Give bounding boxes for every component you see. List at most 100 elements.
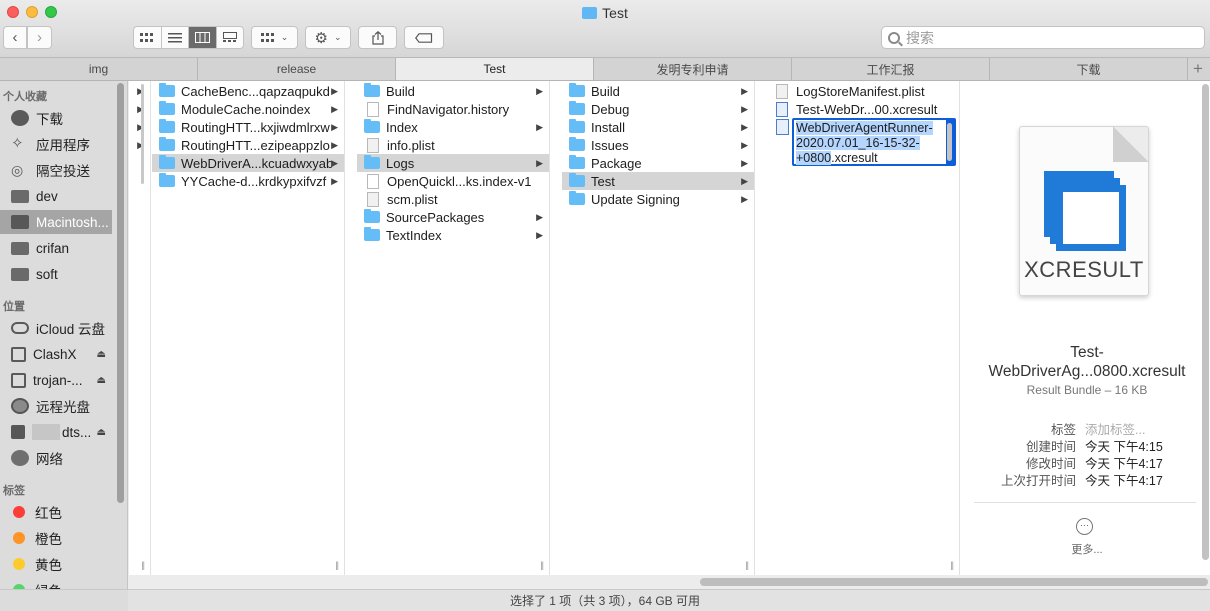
list-item[interactable]: Build ▶	[357, 82, 549, 100]
list-item[interactable]: Test-WebDr...00.xcresult	[767, 100, 959, 118]
tab-label: release	[276, 62, 317, 76]
sidebar-tag-yellow[interactable]: 黄色	[0, 552, 112, 576]
rename-field-scrollbar[interactable]	[947, 123, 952, 161]
preview-scrollbar[interactable]	[1202, 84, 1209, 560]
group-by-button[interactable]: ⌄	[251, 26, 298, 49]
window-title-text: Test	[602, 5, 628, 21]
sidebar-item-downloads[interactable]: 下载	[0, 106, 112, 130]
orange-tag-dot-icon	[13, 532, 25, 544]
list-item-selected[interactable]: Test ▶	[562, 172, 754, 190]
forward-button[interactable]: ›	[27, 26, 52, 49]
sidebar-item-clashx[interactable]: ClashX ⏏	[0, 342, 112, 366]
sidebar-tag-green[interactable]: 绿色	[0, 578, 112, 589]
tab-bar: img release Test 发明专利申请 工作汇报 下载 +	[0, 58, 1210, 81]
list-item[interactable]: CacheBenc...qapzaqpukd ▶	[152, 82, 344, 100]
meta-row-tags: 标签 添加标签...	[972, 419, 1202, 437]
item-label: Package	[591, 155, 642, 171]
list-item-selected[interactable]: Logs ▶	[357, 154, 549, 172]
horizontal-scrollbar[interactable]	[700, 578, 1208, 586]
column-resize-handle[interactable]: ||	[950, 560, 954, 570]
column-1: CacheBenc...qapzaqpukd ▶ ModuleCache.noin…	[152, 81, 345, 575]
list-item[interactable]: scm.plist	[357, 190, 549, 208]
sidebar-item-applications[interactable]: ✧ 应用程序	[0, 132, 112, 156]
item-label: OpenQuickl...ks.index-v1	[387, 173, 532, 189]
list-item-selected[interactable]: WebDriverA...kcuadwxyab ▶	[152, 154, 344, 172]
tag-button[interactable]	[404, 26, 444, 49]
list-item[interactable]: ModuleCache.noindex ▶	[152, 100, 344, 118]
list-item[interactable]: TextIndex ▶	[357, 226, 549, 244]
column-resize-handle[interactable]: ||	[141, 560, 145, 570]
sidebar-tag-red[interactable]: 红色	[0, 500, 112, 524]
preview-pane: XCRESULT Test-WebDriverAg...0800.xcresul…	[972, 81, 1202, 575]
tab-patent[interactable]: 发明专利申请	[594, 58, 792, 80]
list-item[interactable]: Index ▶	[357, 118, 549, 136]
list-item[interactable]: OpenQuickl...ks.index-v1	[357, 172, 549, 190]
list-item[interactable]: RoutingHTT...kxjiwdmlrxw ▶	[152, 118, 344, 136]
sidebar-item-icloud[interactable]: iCloud 云盘	[0, 316, 112, 340]
folder-icon	[582, 7, 598, 19]
icon-view-button[interactable]	[134, 27, 162, 48]
back-button[interactable]: ‹	[3, 26, 27, 49]
list-icon	[167, 32, 182, 42]
folder-icon	[364, 227, 380, 241]
action-menu-button[interactable]: ⚙ ⌄	[305, 26, 351, 49]
item-label: Build	[591, 83, 620, 99]
list-item[interactable]: LogStoreManifest.plist	[767, 82, 959, 100]
sidebar-item-trojan[interactable]: trojan-... ⏏	[0, 368, 112, 392]
list-item[interactable]: RoutingHTT...ezipeappzlo ▶	[152, 136, 344, 154]
disclosure-arrow-icon: ▶	[331, 103, 338, 114]
list-item[interactable]: Install ▶	[562, 118, 754, 136]
list-item[interactable]: info.plist	[357, 136, 549, 154]
sidebar-item-crifan[interactable]: crifan	[0, 236, 112, 260]
share-button[interactable]	[358, 26, 397, 49]
tab-img[interactable]: img	[0, 58, 198, 80]
sidebar-item-airdrop[interactable]: ◎ 隔空投送	[0, 158, 112, 182]
tab-work-report[interactable]: 工作汇报	[792, 58, 990, 80]
eject-icon[interactable]: ⏏	[97, 375, 106, 386]
sidebar-tag-orange[interactable]: 橙色	[0, 526, 112, 550]
new-tab-button[interactable]: +	[1188, 58, 1208, 80]
tab-downloads[interactable]: 下载	[990, 58, 1188, 80]
sidebar-item-network[interactable]: 网络	[0, 446, 112, 470]
sidebar-item-soft[interactable]: soft	[0, 262, 112, 286]
disclosure-arrow-icon: ▶	[331, 157, 338, 168]
tab-release[interactable]: release	[198, 58, 396, 80]
column-resize-handle[interactable]: ||	[745, 560, 749, 570]
folder-icon	[11, 241, 29, 255]
folder-icon	[569, 119, 585, 133]
list-item[interactable]: FindNavigator.history	[357, 100, 549, 118]
list-item[interactable]: Package ▶	[562, 154, 754, 172]
list-item[interactable]: Build ▶	[562, 82, 754, 100]
gallery-view-button[interactable]	[217, 27, 244, 48]
list-item[interactable]: SourcePackages ▶	[357, 208, 549, 226]
search-field[interactable]: 搜索	[881, 26, 1205, 49]
sidebar-item-label: trojan-...	[33, 372, 83, 388]
folder-icon	[159, 83, 175, 97]
eject-icon[interactable]: ⏏	[97, 427, 106, 438]
column-resize-handle[interactable]: ||	[540, 560, 544, 570]
sidebar-item-device[interactable]: dts... ⏏	[0, 420, 112, 444]
folder-icon	[569, 83, 585, 97]
tab-test[interactable]: Test	[396, 58, 594, 80]
more-button[interactable]: 更多...	[972, 541, 1202, 557]
column-scrollbar[interactable]	[141, 84, 144, 184]
sidebar-item-macintosh[interactable]: Macintosh...	[0, 210, 112, 234]
list-item[interactable]: Issues ▶	[562, 136, 754, 154]
more-icon[interactable]: ···	[1076, 518, 1093, 535]
sidebar-item-dev[interactable]: dev	[0, 184, 112, 208]
sidebar-item-remote-disc[interactable]: 远程光盘	[0, 394, 112, 418]
list-view-button[interactable]	[162, 27, 189, 48]
sidebar-item-label: 绿色	[35, 580, 62, 589]
rename-field[interactable]: WebDriverAgentRunner-2020.07.01_16-15-32…	[794, 120, 946, 165]
sidebar-scrollbar[interactable]	[117, 83, 124, 503]
eject-icon[interactable]: ⏏	[97, 349, 106, 360]
list-item[interactable]: YYCache-d...krdkypxifvzf ▶	[152, 172, 344, 190]
disclosure-arrow-icon: ▶	[331, 175, 338, 186]
sidebar-item-label: dts...	[62, 424, 92, 440]
disclosure-arrow-icon: ▶	[741, 157, 748, 168]
list-item[interactable]: Update Signing ▶	[562, 190, 754, 208]
sidebar-item-label: 网络	[36, 452, 63, 467]
column-view-button[interactable]	[189, 27, 217, 48]
column-resize-handle[interactable]: ||	[335, 560, 339, 570]
list-item[interactable]: Debug ▶	[562, 100, 754, 118]
